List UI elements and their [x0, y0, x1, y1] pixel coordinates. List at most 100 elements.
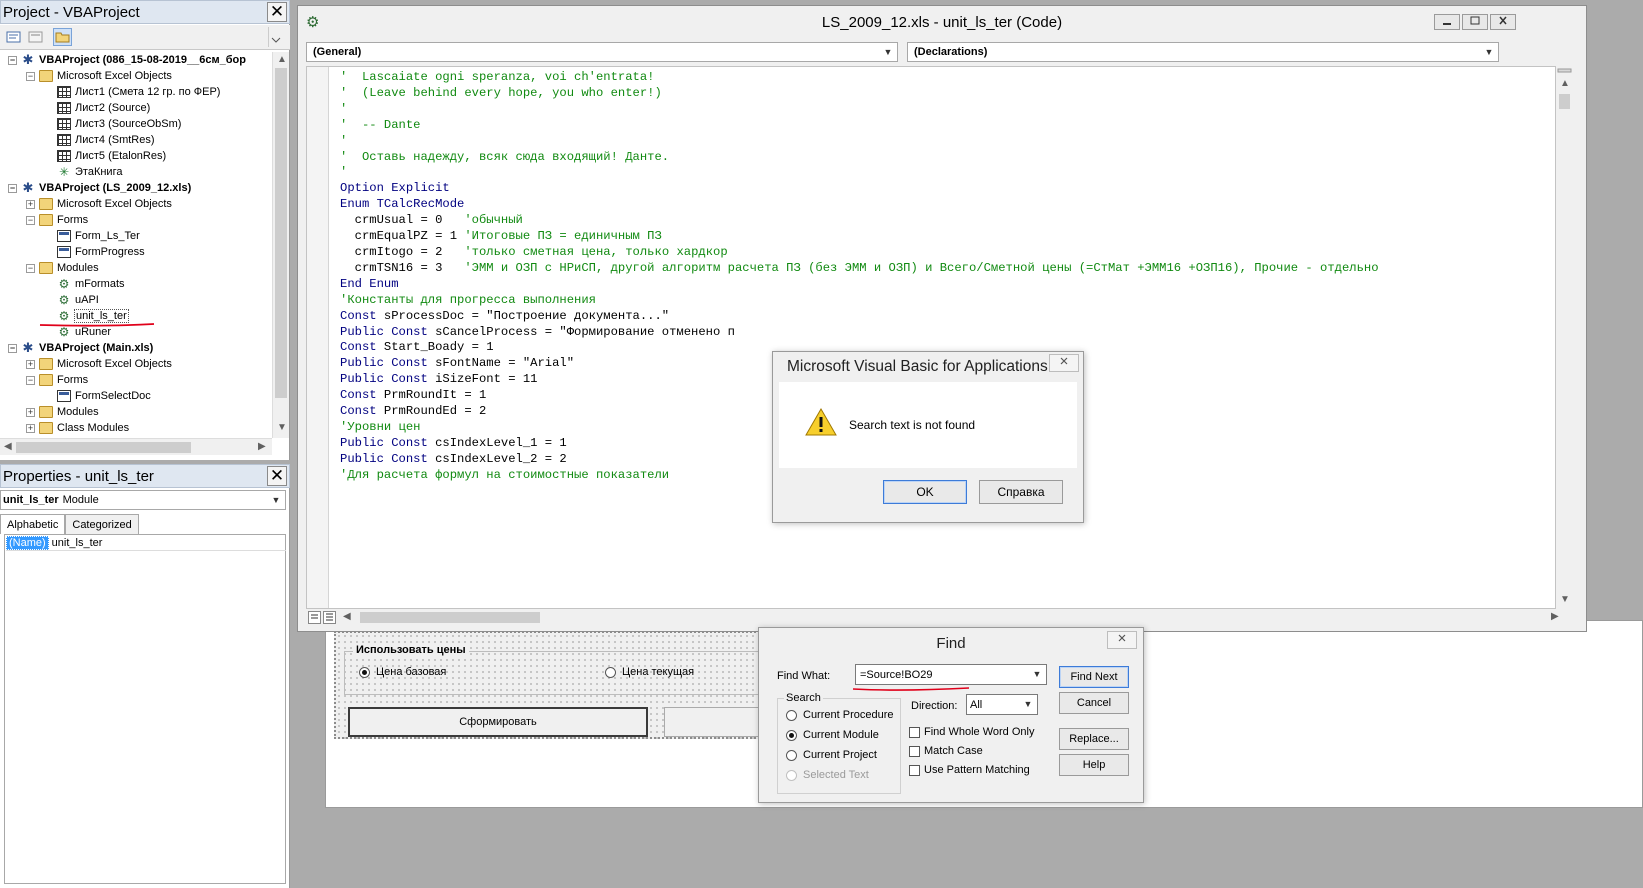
code-line[interactable]: 'Константы для прогресса выполнения [340, 293, 1379, 309]
toolbar-overflow-chevron[interactable] [268, 27, 284, 47]
object-combo[interactable]: (General) ▼ [306, 42, 898, 62]
designer-radio-base[interactable]: Цена базовая [359, 666, 446, 678]
property-row-name[interactable]: (Name) unit_ls_ter [6, 536, 286, 551]
tab-categorized[interactable]: Categorized [65, 514, 139, 534]
project-tree-item[interactable]: − ✱ VBAProject (086_15-08-2019__6см_бор [8, 52, 246, 68]
code-line[interactable]: crmTSN16 = 3 'ЭММ и ОЗП с НРиСП, другой … [340, 261, 1379, 277]
project-tree-item[interactable]: − Forms [26, 212, 88, 228]
collapse-icon[interactable]: − [26, 215, 35, 225]
project-tree-item[interactable]: Лист5 (EtalonRes) [57, 148, 166, 164]
project-tree-item[interactable]: + Modules [26, 404, 99, 420]
scroll-left-icon[interactable]: ◀ [4, 441, 12, 452]
scrollbar-thumb[interactable] [360, 612, 540, 623]
scroll-down-icon[interactable]: ▼ [277, 422, 287, 433]
ok-button[interactable]: OK [883, 480, 967, 504]
collapse-icon[interactable]: − [8, 343, 17, 353]
direction-select[interactable]: All ▼ [966, 694, 1038, 715]
project-tree-item[interactable]: Form_Ls_Ter [57, 228, 140, 244]
project-tree-item[interactable]: FormProgress [57, 244, 145, 260]
option-current-procedure[interactable]: Current Procedure [786, 709, 894, 721]
properties-object-combo[interactable]: unit_ls_ter Module ▼ [0, 490, 286, 510]
code-margin-indicator-bar[interactable] [307, 67, 329, 608]
find-next-button[interactable]: Find Next [1059, 666, 1129, 688]
project-tree-item[interactable]: FormSelectDoc [57, 388, 151, 404]
code-line[interactable]: ' [340, 102, 1379, 118]
scrollbar-thumb[interactable] [1559, 94, 1570, 109]
scroll-right-icon[interactable]: ▶ [258, 441, 266, 452]
collapse-icon[interactable]: − [26, 263, 35, 273]
designer-radio-current[interactable]: Цена текущая [605, 666, 694, 678]
collapse-icon[interactable]: − [8, 183, 17, 193]
toggle-folders-button[interactable] [53, 28, 72, 46]
checkbox-match-case[interactable]: Match Case [909, 745, 983, 757]
code-line[interactable]: crmUsual = 0 'обычный [340, 213, 1379, 229]
scroll-up-icon[interactable]: ▲ [1560, 78, 1570, 89]
code-line[interactable]: End Enum [340, 277, 1379, 293]
collapse-icon[interactable]: − [26, 71, 35, 81]
scrollbar-thumb[interactable] [275, 68, 287, 398]
project-tree-item[interactable]: Лист4 (SmtRes) [57, 132, 155, 148]
project-tree-item[interactable]: − Forms [26, 372, 88, 388]
collapse-icon[interactable]: − [26, 375, 35, 385]
project-tree-item[interactable]: Лист1 (Смета 12 гр. по ФЕР) [57, 84, 220, 100]
collapse-icon[interactable]: − [8, 55, 17, 65]
project-tree-item[interactable]: ⚙ uRuner [57, 324, 111, 340]
find-dialog-close-button[interactable] [1107, 631, 1137, 649]
project-tree-item[interactable]: + Microsoft Excel Objects [26, 196, 172, 212]
project-tree-item[interactable]: ⚙ uAPI [57, 292, 99, 308]
split-bar-icon[interactable] [1556, 66, 1573, 76]
procedure-view-button[interactable] [308, 611, 321, 624]
designer-build-button[interactable]: Сформировать [348, 707, 648, 737]
project-tree-vertical-scrollbar[interactable]: ▲ ▼ [272, 52, 289, 438]
scroll-left-icon[interactable]: ◀ [343, 611, 351, 622]
option-current-module[interactable]: Current Module [786, 729, 879, 741]
code-editor[interactable]: ' Lascaiate ogni speranza, voi ch'entrat… [306, 66, 1556, 609]
code-line[interactable]: ' Оставь надежду, всяк сюда входящий! Да… [340, 150, 1379, 166]
checkbox-pattern-matching[interactable]: Use Pattern Matching [909, 764, 1030, 776]
expand-icon[interactable]: + [26, 359, 35, 369]
code-line[interactable]: crmItogo = 2 'только сметная цена, тольк… [340, 245, 1379, 261]
full-module-view-button[interactable] [323, 611, 336, 624]
expand-icon[interactable]: + [26, 199, 35, 209]
code-line[interactable]: Const sProcessDoc = "Построение документ… [340, 309, 1379, 325]
code-line[interactable]: Public Const sCancelProcess = "Формирова… [340, 325, 1379, 341]
project-tree-item[interactable]: + Microsoft Excel Objects [26, 356, 172, 372]
maximize-button[interactable] [1462, 14, 1488, 30]
chevron-down-icon[interactable]: ▼ [1481, 44, 1497, 60]
project-tree-horizontal-scrollbar[interactable]: ◀ ▶ [0, 438, 272, 455]
find-what-input[interactable]: =Source!BO29 ▼ [855, 664, 1047, 685]
project-tree-item[interactable]: − ✱ VBAProject (Main.xls) [8, 340, 153, 356]
message-box-close-button[interactable] [1049, 354, 1079, 372]
project-tree-item[interactable]: + Class Modules [26, 420, 129, 436]
project-tree-item[interactable]: ⚙ mFormats [57, 276, 125, 292]
chevron-down-icon[interactable]: ▼ [268, 492, 284, 508]
checkbox-whole-word[interactable]: Find Whole Word Only [909, 726, 1034, 738]
scroll-down-icon[interactable]: ▼ [1560, 594, 1570, 605]
view-code-button[interactable] [4, 28, 23, 46]
chevron-down-icon[interactable]: ▼ [880, 44, 896, 60]
code-line[interactable]: ' Lascaiate ogni speranza, voi ch'entrat… [340, 70, 1379, 86]
project-tree-item[interactable]: − ✱ VBAProject (LS_2009_12.xls) [8, 180, 191, 196]
project-tree-item[interactable]: ✳ ЭтаКнига [57, 164, 123, 180]
code-line[interactable]: ' -- Dante [340, 118, 1379, 134]
code-line[interactable]: ' (Leave behind every hope, you who ente… [340, 86, 1379, 102]
minimize-button[interactable] [1434, 14, 1460, 30]
scroll-up-icon[interactable]: ▲ [277, 54, 287, 65]
scrollbar-thumb[interactable] [16, 442, 191, 453]
code-line[interactable]: ' [340, 134, 1379, 150]
property-name-value[interactable]: unit_ls_ter [52, 537, 103, 549]
help-button[interactable]: Справка [979, 480, 1063, 504]
close-window-button[interactable] [1490, 14, 1516, 30]
code-horizontal-scrollbar[interactable]: ◀ ▶ [306, 609, 1573, 626]
code-line[interactable]: ' [340, 165, 1379, 181]
view-object-button[interactable] [26, 28, 45, 46]
project-tree-item[interactable]: − Modules [26, 260, 99, 276]
project-tree-item[interactable]: − Microsoft Excel Objects [26, 68, 172, 84]
code-line[interactable]: Enum TCalcRecMode [340, 197, 1379, 213]
chevron-down-icon[interactable]: ▼ [1020, 696, 1036, 712]
procedure-combo[interactable]: (Declarations) ▼ [907, 42, 1499, 62]
tab-alphabetic[interactable]: Alphabetic [0, 514, 66, 534]
code-line[interactable]: crmEqualPZ = 1 'Итоговые ПЗ = единичным … [340, 229, 1379, 245]
project-tree-item[interactable]: Лист3 (SourceObSm) [57, 116, 181, 132]
properties-close-button[interactable]: ✕ [267, 466, 287, 486]
